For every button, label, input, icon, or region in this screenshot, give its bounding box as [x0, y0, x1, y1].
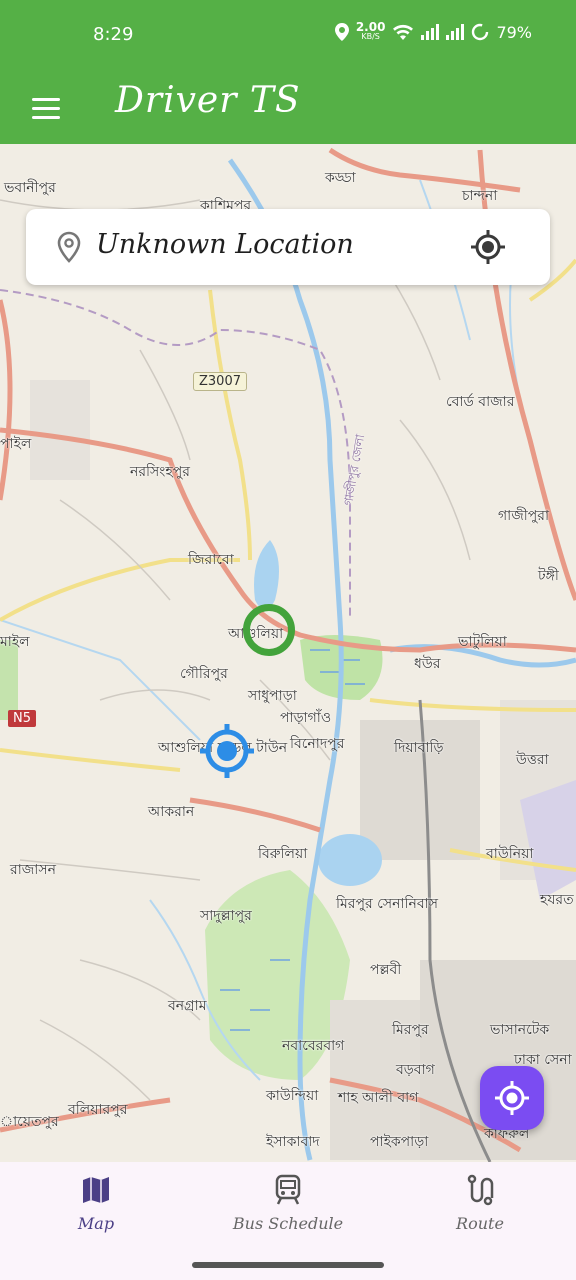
- train-icon: [275, 1174, 301, 1205]
- map-label: রাজাসন: [10, 862, 56, 878]
- location-pin-icon: [57, 231, 81, 263]
- map-label: সাধুপাড়া: [248, 688, 297, 704]
- map-label: বিরুলিয়া: [258, 846, 308, 862]
- map-label: পল্লবী: [370, 962, 402, 978]
- map-label: ভাসানটেক: [490, 1022, 550, 1038]
- map-label: গাজীপুরা: [498, 508, 550, 524]
- map-icon: [83, 1177, 109, 1203]
- road-shield-n5: N5: [8, 710, 36, 727]
- wifi-icon: [393, 24, 414, 40]
- map-label: ায়েতপুর: [0, 1114, 59, 1130]
- map-label: মাইল: [0, 634, 30, 650]
- status-icons: 2.00 KB/S 79%: [334, 20, 532, 42]
- nav-label-route: Route: [456, 1214, 504, 1233]
- current-location-marker[interactable]: [200, 724, 254, 778]
- map-label: বনগ্রাম: [168, 998, 207, 1014]
- map-label: বোর্ড বাজার: [446, 394, 515, 410]
- my-location-icon[interactable]: [470, 229, 506, 265]
- gps-fixed-icon: [495, 1081, 529, 1115]
- map-label: জিরাবো: [188, 552, 234, 568]
- gesture-bar-area: [0, 1256, 576, 1280]
- nav-item-route[interactable]: Route: [384, 1162, 576, 1256]
- status-time: 8:29: [93, 24, 134, 45]
- destination-marker[interactable]: [243, 604, 295, 656]
- nav-item-map[interactable]: Map: [0, 1162, 192, 1256]
- nav-label-bus-schedule: Bus Schedule: [232, 1214, 344, 1233]
- battery-percent: 79%: [496, 22, 532, 42]
- map-label: বলিয়ারপুর: [68, 1102, 128, 1118]
- map-label: দিয়াবাড়ি: [394, 740, 444, 756]
- map-label: পাড়াগাঁও: [280, 710, 332, 726]
- map-label: গৌরিপুর: [180, 666, 228, 682]
- map-label: টঙ্গী: [538, 568, 559, 584]
- status-bar: 8:29 2.00 KB/S 79%: [0, 0, 576, 72]
- battery-icon: [472, 23, 489, 41]
- map-label: নরসিংহপুর: [130, 464, 190, 480]
- map-label: বাউনিয়া: [486, 846, 534, 862]
- map-label: সাদুল্লাপুর: [200, 908, 252, 924]
- map-label: ইসাকাবাদ: [266, 1134, 320, 1150]
- menu-icon[interactable]: [24, 86, 68, 130]
- nav-item-bus-schedule[interactable]: Bus Schedule: [192, 1162, 384, 1256]
- map-label: ভাটুলিয়া: [458, 634, 507, 650]
- signal-icon-2: [446, 24, 465, 40]
- nav-label-map: Map: [77, 1214, 115, 1233]
- map-label: শাহ আলী বাগ: [338, 1090, 419, 1106]
- map-label: নবাবেরবাগ: [282, 1038, 345, 1054]
- locate-me-button[interactable]: [480, 1066, 544, 1130]
- map-label: হযরত: [540, 892, 574, 908]
- map-label: বড়বাগ: [396, 1062, 435, 1078]
- map-label: ভবানীপুর: [4, 180, 56, 196]
- net-speed: 2.00 KB/S: [355, 20, 386, 41]
- map-label: কড্ডা: [325, 170, 356, 186]
- app-bar: Driver TS: [0, 72, 576, 144]
- bottom-navigation: Map Bus Schedule Route: [0, 1162, 576, 1256]
- map-view[interactable]: ভবানীপুর কাশিমপুর কড্ডা চান্দনা বোর্ড বা…: [0, 144, 576, 1162]
- map-label: পাইকপাড়া: [370, 1134, 429, 1150]
- signal-icon-1: [421, 24, 440, 40]
- road-shield-z: Z3007: [193, 372, 247, 391]
- map-label: চান্দনা: [462, 188, 498, 204]
- app-title: Driver TS: [115, 80, 301, 121]
- map-label: পাইল: [0, 436, 32, 452]
- location-card[interactable]: Unknown Location: [26, 209, 550, 285]
- location-text: Unknown Location: [96, 229, 354, 260]
- map-label: বিনোদপুর: [290, 736, 345, 752]
- map-label: মিরপুর: [392, 1022, 429, 1038]
- map-label: মিরপুর সেনানিবাস: [336, 896, 438, 912]
- map-label: কাউন্দিয়া: [266, 1088, 319, 1104]
- route-icon: [467, 1174, 494, 1206]
- map-label: আকরান: [148, 804, 195, 820]
- map-label: ধউর: [414, 656, 441, 672]
- location-status-icon: [334, 23, 349, 41]
- map-label: উত্তরা: [516, 752, 549, 768]
- home-indicator[interactable]: [192, 1262, 384, 1268]
